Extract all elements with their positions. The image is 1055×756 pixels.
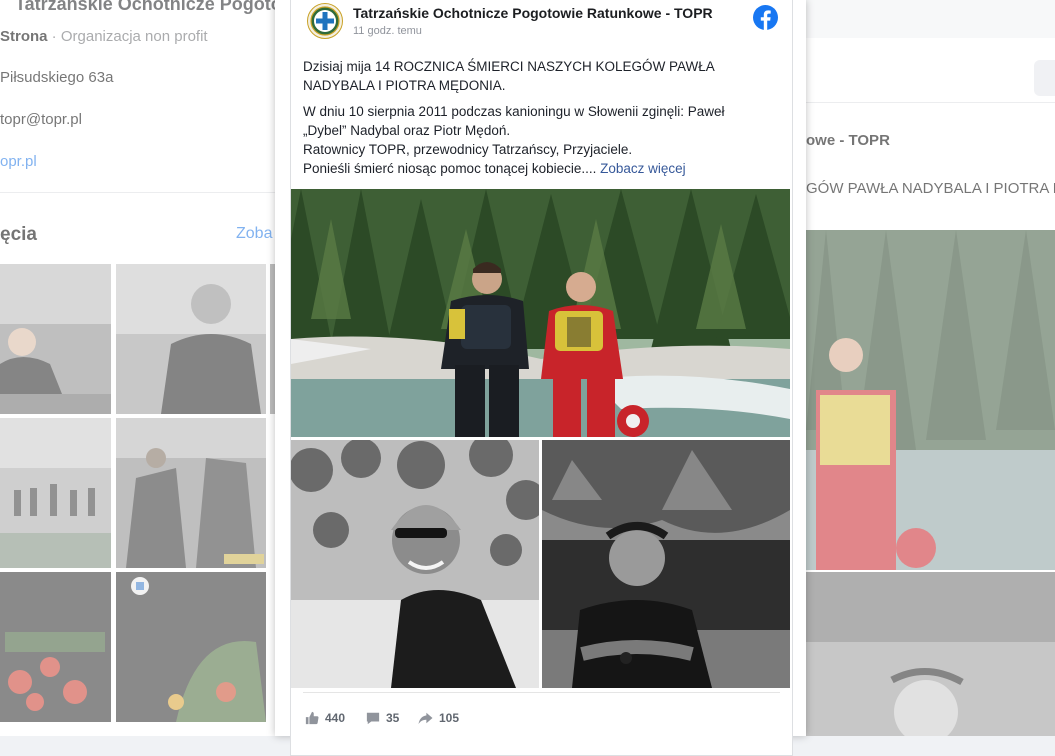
post-body-line: W dniu 10 sierpnia 2011 podczas kanionin… xyxy=(303,104,725,119)
see-more-link[interactable]: Zobacz więcej xyxy=(600,161,686,176)
post-headline: Dzisiaj mija 14 ROCZNICA ŚMIERCI NASZYCH… xyxy=(303,59,715,93)
comment-bubble-icon xyxy=(366,712,380,725)
post-body: W dniu 10 sierpnia 2011 podczas kanionin… xyxy=(303,102,783,178)
shares-count[interactable]: 105 xyxy=(418,711,459,725)
post-container: Tatrzańskie Ochotnicze Pogotowie Ratunko… xyxy=(290,0,793,756)
page-avatar[interactable] xyxy=(307,3,343,39)
post-timestamp[interactable]: 11 godz. temu xyxy=(353,25,422,37)
likes-count[interactable]: 440 xyxy=(305,711,345,725)
post-author-name[interactable]: Tatrzańskie Ochotnicze Pogotowie Ratunko… xyxy=(353,5,713,21)
post-body-line-last: Ponieśli śmierć niosąc pomoc tonącej kob… xyxy=(303,161,686,176)
post-embed-card: Tatrzańskie Ochotnicze Pogotowie Ratunko… xyxy=(275,0,806,756)
divider xyxy=(303,692,780,693)
post-body-line: Ratownicy TOPR, przewodnicy Tatrzańscy, … xyxy=(303,142,633,157)
post-photo-left[interactable] xyxy=(291,440,539,688)
post-photo-main[interactable] xyxy=(291,189,790,437)
thumbs-up-icon xyxy=(305,711,319,725)
post-body-line: „Dybel” Nadybal oraz Piotr Mędoń. xyxy=(303,123,511,138)
post-photo-right[interactable] xyxy=(542,440,790,688)
facebook-logo-icon[interactable] xyxy=(753,5,778,30)
share-arrow-icon xyxy=(418,712,433,725)
comments-count[interactable]: 35 xyxy=(366,711,399,725)
